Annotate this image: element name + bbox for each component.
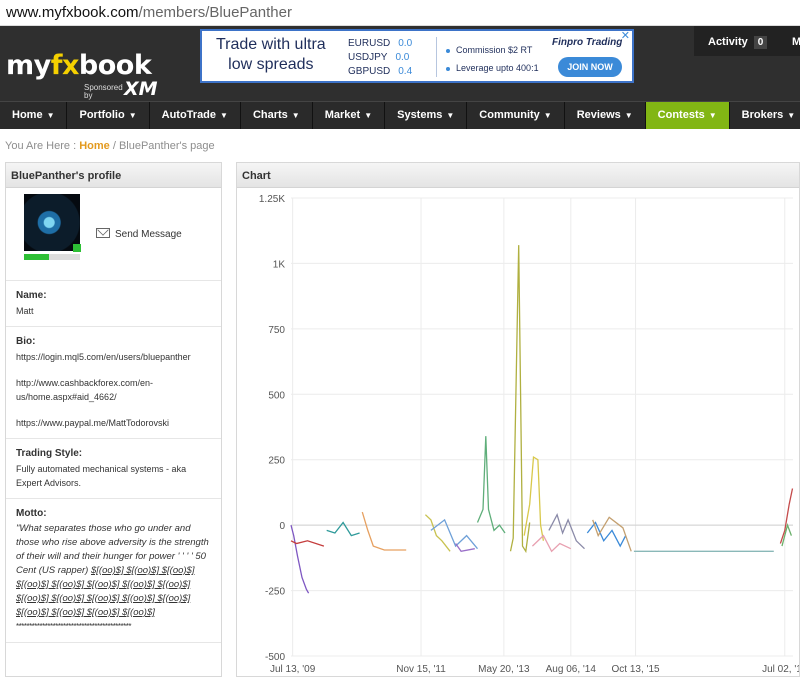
bio-link-paypal[interactable]: https://www.paypal.me/MattTodorovski [16, 416, 211, 430]
x-tick-label: Aug 06, '14 [546, 664, 597, 675]
y-tick-label: -500 [265, 652, 285, 663]
url-domain: www.myfxbook.com [6, 4, 139, 21]
nav-autotrade[interactable]: AutoTrade ▼ [150, 102, 241, 129]
x-tick-label: Oct 13, '15 [612, 664, 660, 675]
ad-features: Commission $2 RT Leverage upto 400:1 [446, 41, 539, 77]
ad-divider [436, 37, 437, 77]
bio-section: Bio: https://login.mql5.com/en/users/blu… [6, 327, 221, 439]
x-tick-label: Jul 13, '09 [270, 664, 316, 675]
ad-close-icon[interactable]: ✕ [621, 29, 630, 42]
y-tick-label: 500 [268, 390, 285, 401]
profile-title: BluePanther's profile [6, 163, 221, 188]
caret-down-icon: ▼ [46, 111, 55, 120]
address-bar[interactable]: www.myfxbook.com/members/BluePanther [0, 0, 800, 26]
series-line-3 [361, 511, 407, 551]
trading-style-text: Fully automated mechanical systems - aka… [16, 464, 187, 488]
myfxbook-logo[interactable]: myfxbook Sponsored by XM [6, 50, 158, 100]
online-status-icon [73, 244, 81, 252]
chart-title: Chart [237, 163, 799, 188]
series-line-10 [531, 534, 572, 553]
sponsor-logo: XM [124, 78, 158, 100]
activity-button[interactable]: Activity 0 M [694, 26, 800, 56]
chart-panel: Chart 1.25K 1K 750 500 250 0 -250 -500 Jul 13, '… [236, 162, 800, 677]
trading-style-section: Trading Style: Fully automated mechanica… [6, 439, 221, 499]
nav-brokers[interactable]: Brokers ▼ [730, 102, 800, 129]
x-tick-label: Nov 15, '11 [396, 664, 446, 675]
series-line-0 [290, 524, 310, 594]
quote-row: EURUSD 0.0 [348, 38, 413, 49]
series-line-5 [430, 518, 478, 550]
send-message-link[interactable]: Send Message [96, 228, 182, 240]
caret-down-icon: ▼ [220, 111, 228, 120]
x-tick-label: Jul 02, '18 [762, 664, 800, 675]
series-line-2 [326, 521, 360, 537]
series-line-8 [509, 245, 531, 554]
motto-text: "What separates those who go under and t… [16, 523, 209, 618]
breadcrumb-current: BluePanther's page [118, 140, 215, 152]
site-header: myfxbook Sponsored by XM Trade with ultra… [0, 26, 800, 101]
sponsored-label: Sponsored by [84, 83, 123, 100]
profile-name: Matt [16, 306, 34, 316]
y-tick-label: 250 [268, 456, 285, 467]
caret-down-icon: ▼ [624, 111, 633, 120]
y-tick-label: 1.25K [259, 194, 285, 205]
name-section: Name: Matt [6, 281, 221, 327]
url-path: /members/BluePanther [138, 4, 292, 21]
quote-row: USDJPY 0.0 [348, 52, 410, 63]
profile-panel: BluePanther's profile Send Message Name:… [5, 162, 222, 677]
nav-charts[interactable]: Charts ▼ [241, 102, 313, 129]
nav-contests[interactable]: Contests ▼ [645, 102, 730, 129]
series-line-13 [592, 516, 632, 552]
avatar-row: Send Message [6, 188, 221, 281]
quote-row: GBPUSD 0.4 [348, 66, 413, 77]
envelope-icon [96, 228, 110, 238]
caret-down-icon: ▼ [291, 111, 300, 120]
nav-reviews[interactable]: Reviews ▼ [565, 102, 646, 129]
breadcrumb: You Are Here : Home / BluePanther's page [5, 140, 215, 152]
y-tick-label: 1K [273, 259, 286, 270]
series-line-11 [548, 512, 585, 550]
motto-section: Motto: "What separates those who go unde… [6, 499, 221, 643]
x-tick-label: May 20, '13 [478, 664, 530, 675]
series-line-4 [424, 514, 451, 552]
activity-count-badge: 0 [753, 36, 768, 49]
nav-home[interactable]: Home ▼ [0, 102, 68, 129]
caret-down-icon: ▼ [708, 111, 717, 120]
series-line-7 [476, 436, 506, 534]
logo-wordmark: myfxbook [6, 50, 152, 81]
caret-down-icon: ▼ [128, 111, 137, 120]
caret-down-icon: ▼ [446, 111, 455, 120]
caret-down-icon: ▼ [543, 111, 552, 120]
nav-systems[interactable]: Systems ▼ [385, 102, 468, 129]
caret-down-icon: ▼ [787, 111, 796, 120]
ad-quotes: EURUSD 0.0 USDJPY 0.0 GBPUSD 0.4 [348, 37, 420, 79]
bio-link-mql5[interactable]: https://login.mql5.com/en/users/bluepant… [16, 350, 211, 364]
bio-link-cashback[interactable]: http://www.cashbackforex.com/en-us/home.… [16, 376, 211, 404]
profile-progress-bar [24, 254, 80, 260]
ad-brand-logo: Finpro Trading [552, 37, 623, 48]
ad-headline: Trade with ultra low spreads [216, 36, 326, 73]
y-tick-label: 750 [268, 325, 285, 336]
nav-market[interactable]: Market ▼ [313, 102, 386, 129]
header-more[interactable]: M [792, 36, 800, 48]
banner-ad[interactable]: Trade with ultra low spreads EURUSD 0.0 US… [200, 29, 634, 83]
nav-portfolio[interactable]: Portfolio ▼ [67, 102, 150, 129]
motto-stars: ****************************************… [16, 622, 131, 631]
breadcrumb-home-link[interactable]: Home [79, 140, 110, 152]
join-now-button[interactable]: JOIN NOW [558, 57, 622, 77]
y-tick-label: 0 [279, 521, 285, 532]
avatar[interactable] [24, 194, 81, 252]
y-tick-label: -250 [265, 587, 285, 598]
caret-down-icon: ▼ [364, 111, 373, 120]
series-line-9 [523, 456, 545, 541]
growth-chart[interactable]: 1.25K 1K 750 500 250 0 -250 -500Jul 13, '09 Nov … [237, 188, 800, 677]
nav-community[interactable]: Community ▼ [467, 102, 565, 129]
series-line-6 [455, 543, 475, 553]
main-nav: Home ▼ Portfolio ▼ AutoTrade ▼ Charts ▼ Mark… [0, 101, 800, 129]
